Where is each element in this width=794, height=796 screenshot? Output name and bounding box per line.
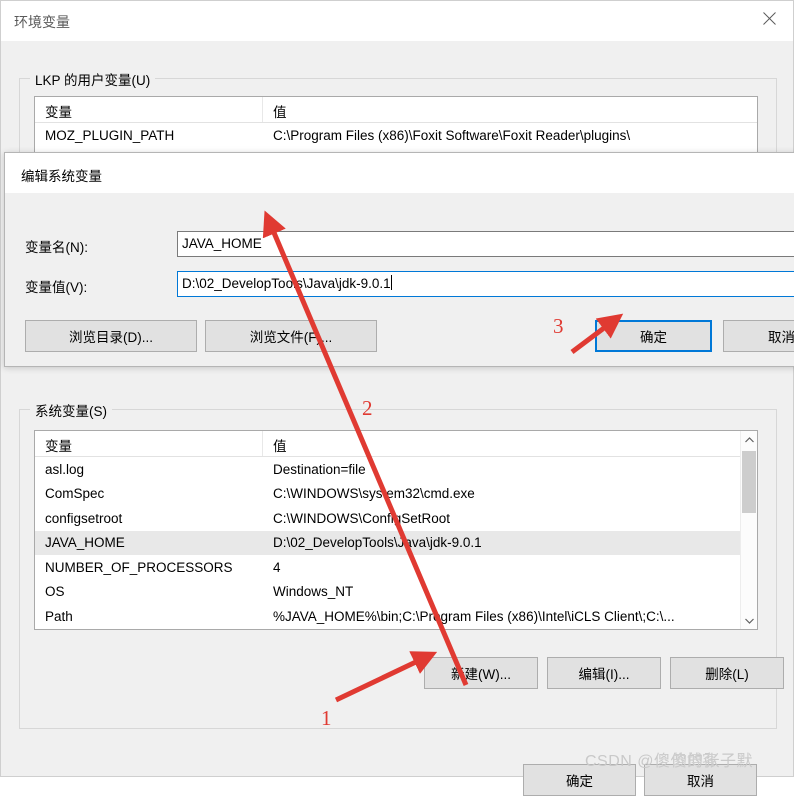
system-variable-value: Windows_NT (273, 584, 354, 600)
variable-value-input[interactable]: D:\02_DevelopTools\Java\jdk-9.0.1 (177, 271, 794, 297)
window-titlebar: 环境变量 (1, 1, 793, 41)
edit-dialog-titlebar: 编辑系统变量 (5, 153, 794, 193)
scrollbar-thumb[interactable] (742, 451, 756, 513)
browse-file-button[interactable]: 浏览文件(F)... (205, 320, 377, 352)
variable-name-label: 变量名(N): (25, 240, 88, 255)
window-title: 环境变量 (14, 14, 70, 30)
system-variable-value: C:\WINDOWS\ConfigSetRoot (273, 510, 451, 526)
user-variable-value: C:\Program Files (x86)\Foxit Software\Fo… (273, 127, 631, 143)
system-variable-value: 4 (273, 559, 281, 575)
system-column-header-value[interactable]: 值 (263, 431, 757, 456)
user-variables-group-label: LKP 的用户变量(U) (30, 69, 156, 89)
browse-directory-button[interactable]: 浏览目录(D)... (25, 320, 197, 352)
system-list-scrollbar[interactable] (740, 431, 757, 629)
system-variable-value: Destination=file (273, 461, 366, 477)
system-variable-value: C:\WINDOWS\system32\cmd.exe (273, 486, 475, 502)
watermark-text: CSDN @傻傻的张子默 (585, 753, 754, 770)
system-variable-name: JAVA_HOME (45, 535, 125, 551)
system-variables-list[interactable]: 变量 值 asl.log Destination=file ComSpec C:… (34, 430, 758, 630)
table-row[interactable]: configsetroot C:\WINDOWS\ConfigSetRoot (35, 506, 757, 531)
system-variable-value: D:\02_DevelopTools\Java\jdk-9.0.1 (273, 535, 482, 551)
table-row[interactable]: ComSpec C:\WINDOWS\system32\cmd.exe (35, 482, 757, 507)
edit-dialog-cancel-button[interactable]: 取消 (723, 320, 794, 352)
table-row[interactable]: OS Windows_NT (35, 580, 757, 605)
system-variables-group-label: 系统变量(S) (30, 400, 112, 420)
system-variables-group: 系统变量(S) 变量 值 asl.log Destination=file Co… (19, 400, 784, 729)
edit-system-variable-button[interactable]: 编辑(I)... (547, 657, 661, 689)
delete-system-variable-button[interactable]: 删除(L) (670, 657, 784, 689)
variable-value-text: D:\02_DevelopTools\Java\jdk-9.0.1 (182, 276, 391, 291)
user-variable-name: MOZ_PLUGIN_PATH (45, 127, 175, 143)
system-variable-name: OS (45, 584, 65, 600)
environment-variables-window: 环境变量 LKP 的用户变量(U) 变量 值 MOZ_PLUGIN_PATH C… (0, 0, 794, 796)
close-icon[interactable] (746, 1, 793, 35)
system-variable-value: %JAVA_HOME%\bin;C:\Program Files (x86)\I… (273, 608, 675, 624)
variable-value-label: 变量值(V): (25, 280, 88, 295)
table-row[interactable]: Path %JAVA_HOME%\bin;C:\Program Files (x… (35, 604, 757, 629)
table-row[interactable]: NUMBER_OF_PROCESSORS 4 (35, 555, 757, 580)
new-system-variable-button[interactable]: 新建(W)... (424, 657, 538, 689)
system-variable-name: ComSpec (45, 486, 105, 502)
watermark-overlay-text: 的博客 (672, 752, 718, 769)
variable-name-input[interactable]: JAVA_HOME (177, 231, 794, 257)
table-row[interactable]: PATHEXT .COM;.EXE;.BAT;.CMD;.VBS;.VBE;.J… (35, 629, 757, 630)
system-variable-name: Path (45, 608, 73, 624)
scroll-up-icon[interactable] (741, 431, 757, 448)
table-row[interactable]: asl.log Destination=file (35, 457, 757, 482)
text-caret (390, 275, 392, 290)
user-column-header-value[interactable]: 值 (263, 97, 757, 122)
scroll-down-icon[interactable] (741, 612, 757, 629)
edit-dialog-ok-button[interactable]: 确定 (595, 320, 712, 352)
system-variable-name: configsetroot (45, 510, 123, 526)
edit-dialog-title: 编辑系统变量 (21, 169, 102, 184)
table-row-selected[interactable]: JAVA_HOME D:\02_DevelopTools\Java\jdk-9.… (35, 530, 757, 555)
system-variable-name: NUMBER_OF_PROCESSORS (45, 559, 233, 575)
system-column-header-name[interactable]: 变量 (35, 431, 263, 456)
user-column-header-name[interactable]: 变量 (35, 97, 263, 122)
edit-dialog-body: 变量名(N): JAVA_HOME 变量值(V): D:\02_DevelopT… (5, 193, 794, 366)
user-list-header: 变量 值 (35, 97, 757, 123)
table-row[interactable]: MOZ_PLUGIN_PATH C:\Program Files (x86)\F… (35, 123, 757, 148)
edit-system-variable-dialog: 编辑系统变量 变量名(N): JAVA_HOME 变量值(V): D:\02_D… (4, 152, 794, 367)
system-variable-name: asl.log (45, 461, 85, 477)
system-list-header: 变量 值 (35, 431, 757, 457)
